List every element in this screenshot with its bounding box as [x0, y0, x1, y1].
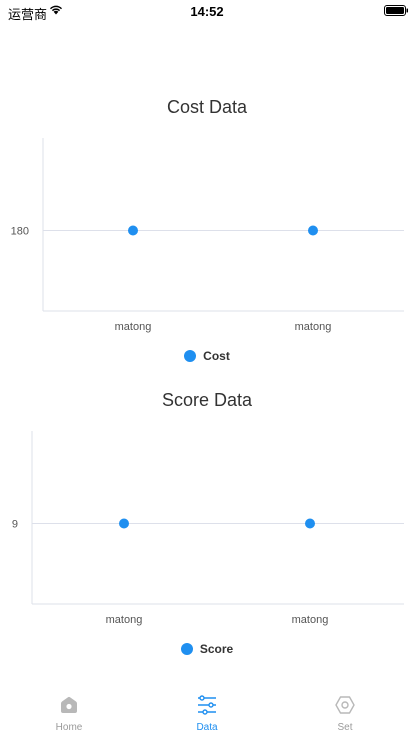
data-point — [305, 518, 315, 529]
legend-marker — [184, 350, 197, 362]
x-tick-label: matong — [115, 321, 152, 333]
cost-chart: 180 matong matong — [11, 138, 404, 333]
legend-label: Score — [199, 642, 234, 656]
tab-label: Home — [55, 722, 83, 733]
settings-hexagon-icon — [335, 696, 355, 714]
data-point — [308, 225, 318, 236]
tab-label: Data — [196, 722, 218, 733]
tab-home[interactable]: Home — [0, 686, 138, 736]
tab-set[interactable]: Set — [276, 686, 414, 736]
status-time: 14:52 — [190, 4, 224, 19]
status-bar: 运营商 14:52 — [0, 0, 414, 22]
home-icon — [61, 696, 77, 713]
chart-title: Score Data — [161, 390, 253, 410]
chart-legend[interactable]: Cost — [0, 348, 414, 364]
x-tick-label: matong — [106, 614, 143, 626]
x-tick-label: matong — [295, 321, 332, 333]
app-screen: 运营商 14:52 Cost Data 180 matong matong Cost… — [0, 0, 414, 736]
data-point — [119, 518, 129, 529]
sliders-icon — [198, 695, 216, 715]
y-tick-label: 180 — [11, 226, 29, 238]
battery-icon — [384, 5, 408, 16]
tab-data[interactable]: Data — [138, 686, 276, 736]
y-tick-label: 9 — [12, 519, 18, 531]
data-point — [128, 225, 138, 236]
tab-bar: Home Data Set — [0, 686, 414, 736]
legend-label: Cost — [203, 349, 230, 363]
chart-legend[interactable]: Score — [0, 641, 414, 657]
legend-marker — [180, 643, 193, 655]
chart-title: Cost Data — [166, 97, 248, 117]
tab-label: Set — [337, 722, 353, 733]
score-chart: 9 matong matong — [12, 431, 404, 626]
x-tick-label: matong — [292, 614, 329, 626]
